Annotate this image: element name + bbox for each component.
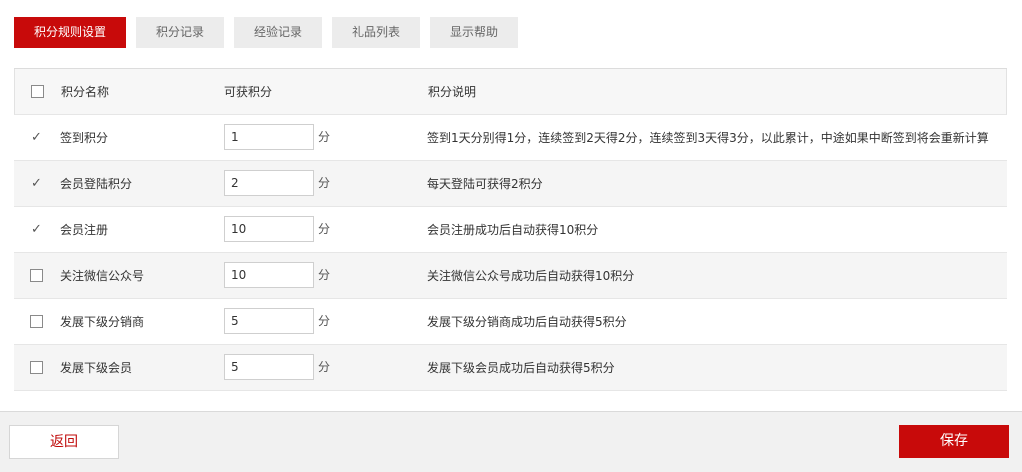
row-checkbox[interactable]: ✓ [30, 131, 43, 144]
points-input[interactable] [224, 354, 314, 380]
rule-description: 会员注册成功后自动获得10积分 [427, 223, 599, 237]
rule-name: 发展下级会员 [60, 361, 133, 375]
rule-name: 会员登陆积分 [60, 177, 133, 191]
points-input[interactable] [224, 170, 314, 196]
points-unit: 分 [318, 314, 331, 328]
points-input[interactable] [224, 308, 314, 334]
select-all-checkbox[interactable] [31, 85, 44, 98]
table-header-row: 积分名称 可获积分 积分说明 [14, 69, 1007, 115]
row-checkbox[interactable] [30, 315, 43, 328]
header-points: 可获积分 [224, 85, 273, 99]
rule-name: 关注微信公众号 [60, 269, 145, 283]
points-unit: 分 [318, 268, 331, 282]
points-rules-table: 积分名称 可获积分 积分说明 ✓ 签到积分 分 签到1天分别得1分，连续签到2天… [14, 68, 1007, 391]
table-row: 发展下级会员 分 发展下级会员成功后自动获得5积分 [14, 345, 1007, 391]
tab-bar: 积分规则设置 积分记录 经验记录 礼品列表 显示帮助 [14, 17, 518, 48]
header-name: 积分名称 [61, 85, 110, 99]
table-row: 发展下级分销商 分 发展下级分销商成功后自动获得5积分 [14, 299, 1007, 345]
back-button[interactable]: 返回 [9, 425, 119, 459]
points-unit: 分 [318, 176, 331, 190]
tab-gift-list[interactable]: 礼品列表 [332, 17, 420, 48]
row-checkbox[interactable]: ✓ [30, 223, 43, 236]
points-unit: 分 [318, 222, 331, 236]
points-input[interactable] [224, 124, 314, 150]
table-row: ✓ 会员注册 分 会员注册成功后自动获得10积分 [14, 207, 1007, 253]
tab-show-help[interactable]: 显示帮助 [430, 17, 518, 48]
footer-bar: 返回 保存 [0, 411, 1022, 472]
tab-experience-records[interactable]: 经验记录 [234, 17, 322, 48]
row-checkbox[interactable] [30, 361, 43, 374]
table-row: 关注微信公众号 分 关注微信公众号成功后自动获得10积分 [14, 253, 1007, 299]
rule-name: 发展下级分销商 [60, 315, 145, 329]
points-unit: 分 [318, 130, 331, 144]
rule-description: 每天登陆可获得2积分 [427, 177, 543, 191]
tab-points-records[interactable]: 积分记录 [136, 17, 224, 48]
rule-name: 会员注册 [60, 223, 109, 237]
row-checkbox[interactable]: ✓ [30, 177, 43, 190]
row-checkbox[interactable] [30, 269, 43, 282]
points-unit: 分 [318, 360, 331, 374]
rule-description: 关注微信公众号成功后自动获得10积分 [427, 269, 635, 283]
table-row: ✓ 签到积分 分 签到1天分别得1分，连续签到2天得2分，连续签到3天得3分，以… [14, 115, 1007, 161]
header-description: 积分说明 [428, 85, 477, 99]
rule-description: 发展下级会员成功后自动获得5积分 [427, 361, 615, 375]
rule-description: 签到1天分别得1分，连续签到2天得2分，连续签到3天得3分，以此累计，中途如果中… [427, 131, 989, 145]
tab-points-rules[interactable]: 积分规则设置 [14, 17, 126, 48]
rule-name: 签到积分 [60, 131, 109, 145]
points-input[interactable] [224, 262, 314, 288]
table-row: ✓ 会员登陆积分 分 每天登陆可获得2积分 [14, 161, 1007, 207]
save-button[interactable]: 保存 [899, 425, 1009, 458]
rule-description: 发展下级分销商成功后自动获得5积分 [427, 315, 627, 329]
points-input[interactable] [224, 216, 314, 242]
